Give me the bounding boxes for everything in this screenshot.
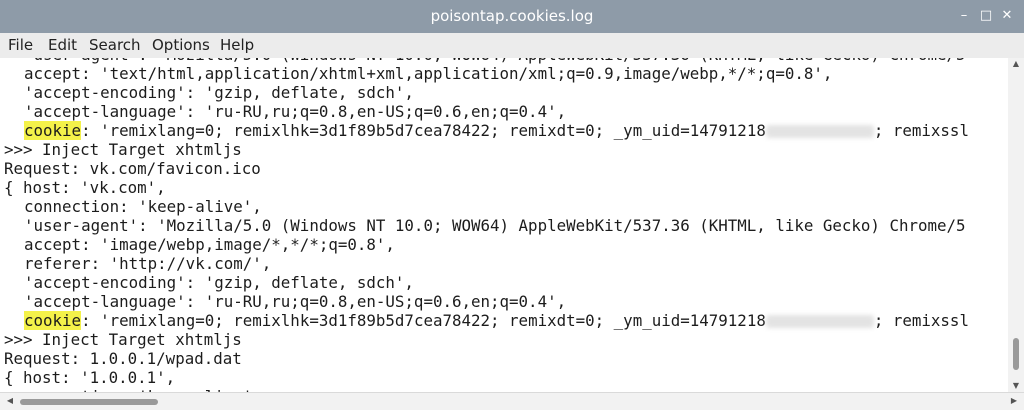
scroll-left-icon[interactable]: ◀ bbox=[2, 395, 18, 407]
log-line: >>> Inject Target xhtmljs bbox=[4, 330, 969, 349]
menu-bar: File Edit Search Options Help bbox=[0, 33, 1024, 58]
log-line: cookie: 'remixlang=0; remixlhk=3d1f89b5d… bbox=[4, 311, 969, 330]
log-line: 'accept-language': 'ru-RU,ru;q=0.8,en-US… bbox=[4, 292, 969, 311]
highlighted-keyword: cookie bbox=[24, 121, 82, 140]
log-line: { host: '1.0.0.1', bbox=[4, 368, 969, 387]
title-bar[interactable]: poisontap.cookies.log – □ ✕ bbox=[0, 0, 1024, 33]
log-content: 'user-agent': 'Mozilla/5.0 (Windows NT 1… bbox=[4, 58, 969, 392]
log-text: { host: 'vk.com', bbox=[4, 178, 166, 197]
menu-search[interactable]: Search bbox=[89, 33, 141, 58]
text-area[interactable]: 'user-agent': 'Mozilla/5.0 (Windows NT 1… bbox=[4, 58, 1008, 392]
log-text: >>> Inject Target xhtmljs bbox=[4, 330, 242, 349]
vertical-scroll-thumb[interactable] bbox=[1013, 338, 1019, 370]
log-text-tail: ; remixssl bbox=[873, 121, 969, 140]
menu-file[interactable]: File bbox=[8, 33, 33, 58]
log-line: 'accept-encoding': 'gzip, deflate, sdch'… bbox=[4, 83, 969, 102]
menu-edit[interactable]: Edit bbox=[48, 33, 77, 58]
horizontal-scroll-thumb[interactable] bbox=[20, 399, 158, 405]
log-text: : 'remixlang=0; remixlhk=3d1f89b5d7cea78… bbox=[81, 311, 766, 330]
log-line: cookie: 'remixlang=0; remixlhk=3d1f89b5d… bbox=[4, 121, 969, 140]
log-text: accept: 'text/html,application/xhtml+xml… bbox=[24, 64, 833, 83]
log-text: 'accept-language': 'ru-RU,ru;q=0.8,en-US… bbox=[24, 292, 567, 311]
log-line: accept: 'image/webp,image/*,*/*;q=0.8', bbox=[4, 235, 969, 254]
log-text: 'user-agent': 'Mozilla/5.0 (Windows NT 1… bbox=[24, 216, 966, 235]
redacted-value bbox=[765, 125, 874, 138]
log-line: accept: 'text/html,application/xhtml+xml… bbox=[4, 64, 969, 83]
log-text: { host: '1.0.0.1', bbox=[4, 368, 176, 387]
log-line: 'accept-language': 'ru-RU,ru;q=0.8,en-US… bbox=[4, 102, 969, 121]
vertical-scrollbar[interactable]: ▲ ▼ bbox=[1008, 58, 1024, 392]
log-text: 'accept-encoding': 'gzip, deflate, sdch'… bbox=[24, 83, 414, 102]
log-line: 'accept-encoding': 'gzip, deflate, sdch'… bbox=[4, 273, 969, 292]
log-text: Request: 1.0.0.1/wpad.dat bbox=[4, 349, 242, 368]
log-text: 'accept-encoding': 'gzip, deflate, sdch'… bbox=[24, 273, 414, 292]
scroll-down-icon[interactable]: ▼ bbox=[1008, 380, 1024, 392]
log-line: Request: vk.com/favicon.ico bbox=[4, 159, 969, 178]
maximize-button[interactable]: □ bbox=[978, 8, 994, 24]
minimize-button[interactable]: – bbox=[956, 8, 972, 24]
log-line: referer: 'http://vk.com/', bbox=[4, 254, 969, 273]
log-text: referer: 'http://vk.com/', bbox=[24, 254, 272, 273]
log-text: 'accept-language': 'ru-RU,ru;q=0.8,en-US… bbox=[24, 102, 567, 121]
menu-help[interactable]: Help bbox=[220, 33, 254, 58]
log-text: : 'remixlang=0; remixlhk=3d1f89b5d7cea78… bbox=[81, 121, 766, 140]
close-button[interactable]: ✕ bbox=[999, 8, 1015, 24]
log-line: 'user-agent': 'Mozilla/5.0 (Windows NT 1… bbox=[4, 216, 969, 235]
redacted-value bbox=[765, 315, 874, 328]
horizontal-scrollbar[interactable]: ◀ ▶ bbox=[0, 392, 1024, 410]
log-text: connection: 'keep-alive', bbox=[24, 197, 262, 216]
highlighted-keyword: cookie bbox=[24, 311, 82, 330]
log-text: accept: 'image/webp,image/*,*/*;q=0.8', bbox=[24, 235, 395, 254]
log-text: >>> Inject Target xhtmljs bbox=[4, 140, 242, 159]
log-line: connection: 'keep-alive', bbox=[4, 197, 969, 216]
log-line: >>> Inject Target xhtmljs bbox=[4, 140, 969, 159]
log-text-tail: ; remixssl bbox=[873, 311, 969, 330]
scroll-up-icon[interactable]: ▲ bbox=[1008, 58, 1024, 70]
scroll-right-icon[interactable]: ▶ bbox=[1006, 395, 1022, 407]
text-editor-window: poisontap.cookies.log – □ ✕ File Edit Se… bbox=[0, 0, 1024, 410]
log-line: { host: 'vk.com', bbox=[4, 178, 969, 197]
log-line: Request: 1.0.0.1/wpad.dat bbox=[4, 349, 969, 368]
log-text: Request: vk.com/favicon.ico bbox=[4, 159, 261, 178]
window-title: poisontap.cookies.log bbox=[430, 7, 594, 25]
menu-options[interactable]: Options bbox=[152, 33, 210, 58]
